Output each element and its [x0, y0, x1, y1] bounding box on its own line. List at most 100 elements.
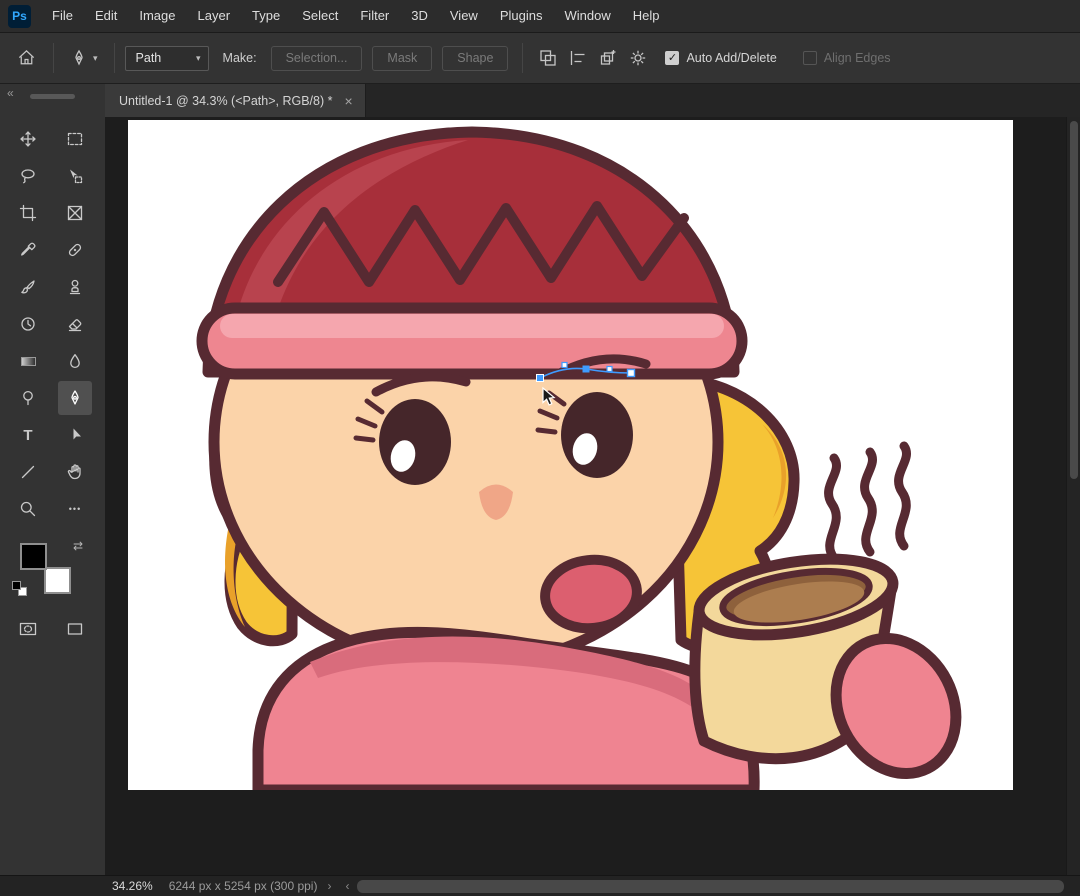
- zoom-icon: [19, 500, 37, 518]
- healing-brush-icon: [66, 241, 84, 259]
- menu-window[interactable]: Window: [553, 0, 621, 32]
- make-shape-button[interactable]: Shape: [442, 46, 508, 71]
- default-colors-icon[interactable]: [12, 581, 28, 597]
- zoom-tool-button[interactable]: [11, 492, 45, 526]
- healing-brush-tool-button[interactable]: [58, 233, 92, 267]
- quick-mask-button[interactable]: [11, 612, 45, 646]
- options-separator: [114, 43, 115, 73]
- path-alignment-button[interactable]: [563, 41, 593, 75]
- auto-add-delete-checkbox[interactable]: ✓: [665, 51, 679, 65]
- lasso-tool-button[interactable]: [11, 159, 45, 193]
- make-mask-button[interactable]: Mask: [372, 46, 432, 71]
- vertical-scrollbar-thumb[interactable]: [1070, 121, 1078, 479]
- path-anchor: [583, 366, 590, 373]
- menu-select[interactable]: Select: [291, 0, 349, 32]
- history-brush-tool-button[interactable]: [11, 307, 45, 341]
- options-bar: ▾ Path ▾ Make: Selection... Mask Shape ✓…: [0, 33, 1080, 84]
- eyedropper-tool-button[interactable]: [11, 233, 45, 267]
- dodge-icon: [19, 389, 37, 407]
- pen-tool-button[interactable]: [58, 381, 92, 415]
- type-tool-button[interactable]: T: [11, 418, 45, 452]
- eraser-tool-button[interactable]: [58, 307, 92, 341]
- status-bar: 34.26% 6244 px x 5254 px (300 ppi) › ‹: [0, 875, 1080, 896]
- check-icon: ✓: [668, 53, 677, 64]
- swap-colors-icon[interactable]: ⇄: [73, 539, 83, 553]
- tool-preset-button[interactable]: ▾: [64, 41, 104, 75]
- menu-edit[interactable]: Edit: [84, 0, 128, 32]
- quick-mask-icon: [19, 620, 37, 638]
- ellipsis-icon: •••: [69, 504, 81, 514]
- pen-icon: [70, 49, 88, 67]
- marquee-icon: [66, 130, 84, 148]
- tool-mode-value: Path: [136, 51, 162, 65]
- document-tab-title: Untitled-1 @ 34.3% (<Path>, RGB/8) *: [119, 94, 332, 108]
- eyedropper-icon: [19, 241, 37, 259]
- menu-type[interactable]: Type: [241, 0, 291, 32]
- path-operations-button[interactable]: [533, 41, 563, 75]
- options-separator: [53, 43, 54, 73]
- canvas-pasteboard[interactable]: [105, 117, 1066, 875]
- menu-filter[interactable]: Filter: [349, 0, 400, 32]
- horizontal-scrollbar[interactable]: [349, 876, 1078, 896]
- zoom-level-field[interactable]: 34.26%: [112, 879, 153, 893]
- frame-icon: [66, 204, 84, 222]
- blur-tool-button[interactable]: [58, 344, 92, 378]
- hand-tool-button[interactable]: [58, 455, 92, 489]
- object-selection-tool-button[interactable]: [58, 159, 92, 193]
- type-icon: T: [23, 427, 32, 444]
- document-info: 6244 px x 5254 px (300 ppi): [169, 879, 318, 893]
- menu-plugins[interactable]: Plugins: [489, 0, 554, 32]
- edit-toolbar-button[interactable]: •••: [58, 492, 92, 526]
- tool-mode-dropdown[interactable]: Path ▾: [125, 46, 209, 71]
- home-icon: [16, 48, 37, 69]
- path-selection-tool-button[interactable]: [58, 418, 92, 452]
- artboard[interactable]: [128, 120, 1013, 790]
- marquee-tool-button[interactable]: [58, 122, 92, 156]
- line-tool-button[interactable]: [11, 455, 45, 489]
- vertical-scrollbar[interactable]: [1066, 117, 1080, 875]
- align-edges-checkbox[interactable]: [803, 51, 817, 65]
- make-label: Make:: [223, 51, 257, 65]
- document-tab[interactable]: Untitled-1 @ 34.3% (<Path>, RGB/8) * ×: [105, 84, 366, 117]
- path-arrangement-button[interactable]: [593, 41, 623, 75]
- path-alignment-icon: [569, 49, 587, 67]
- frame-tool-button[interactable]: [58, 196, 92, 230]
- path-selection-icon: [66, 426, 84, 444]
- horizontal-scrollbar-thumb[interactable]: [357, 880, 1064, 893]
- object-selection-icon: [66, 167, 84, 185]
- gradient-icon: [21, 357, 36, 366]
- screen-mode-icon: [66, 620, 84, 638]
- collapse-toolbar-icon[interactable]: «: [7, 86, 14, 100]
- align-edges-label: Align Edges: [824, 51, 891, 65]
- foreground-color-swatch[interactable]: [20, 543, 47, 570]
- move-tool-button[interactable]: [11, 122, 45, 156]
- options-separator: [522, 43, 523, 73]
- menu-3d[interactable]: 3D: [400, 0, 439, 32]
- default-foreground-mini: [12, 581, 21, 590]
- screen-mode-button[interactable]: [58, 612, 92, 646]
- gradient-tool-button[interactable]: [11, 344, 45, 378]
- make-selection-button[interactable]: Selection...: [271, 46, 363, 71]
- home-button[interactable]: [10, 41, 43, 75]
- menu-help[interactable]: Help: [622, 0, 671, 32]
- canvas-illustration: [128, 120, 1013, 790]
- menu-image[interactable]: Image: [128, 0, 186, 32]
- dodge-tool-button[interactable]: [11, 381, 45, 415]
- status-expand-icon[interactable]: ›: [327, 879, 331, 893]
- background-color-swatch[interactable]: [44, 567, 71, 594]
- tab-close-icon[interactable]: ×: [344, 93, 352, 109]
- beanie-hat: [202, 132, 742, 374]
- pen-options-button[interactable]: [623, 41, 653, 75]
- menu-bar: Ps File Edit Image Layer Type Select Fil…: [0, 0, 1080, 33]
- path-operations-icon: [539, 49, 557, 67]
- toolbar-grip[interactable]: [30, 94, 75, 99]
- menu-file[interactable]: File: [41, 0, 84, 32]
- menu-layer[interactable]: Layer: [187, 0, 242, 32]
- pen-icon: [66, 389, 84, 407]
- menu-view[interactable]: View: [439, 0, 489, 32]
- auto-add-delete-label: Auto Add/Delete: [686, 51, 776, 65]
- crop-tool-button[interactable]: [11, 196, 45, 230]
- clone-stamp-icon: [66, 278, 84, 296]
- brush-tool-button[interactable]: [11, 270, 45, 304]
- clone-stamp-tool-button[interactable]: [58, 270, 92, 304]
